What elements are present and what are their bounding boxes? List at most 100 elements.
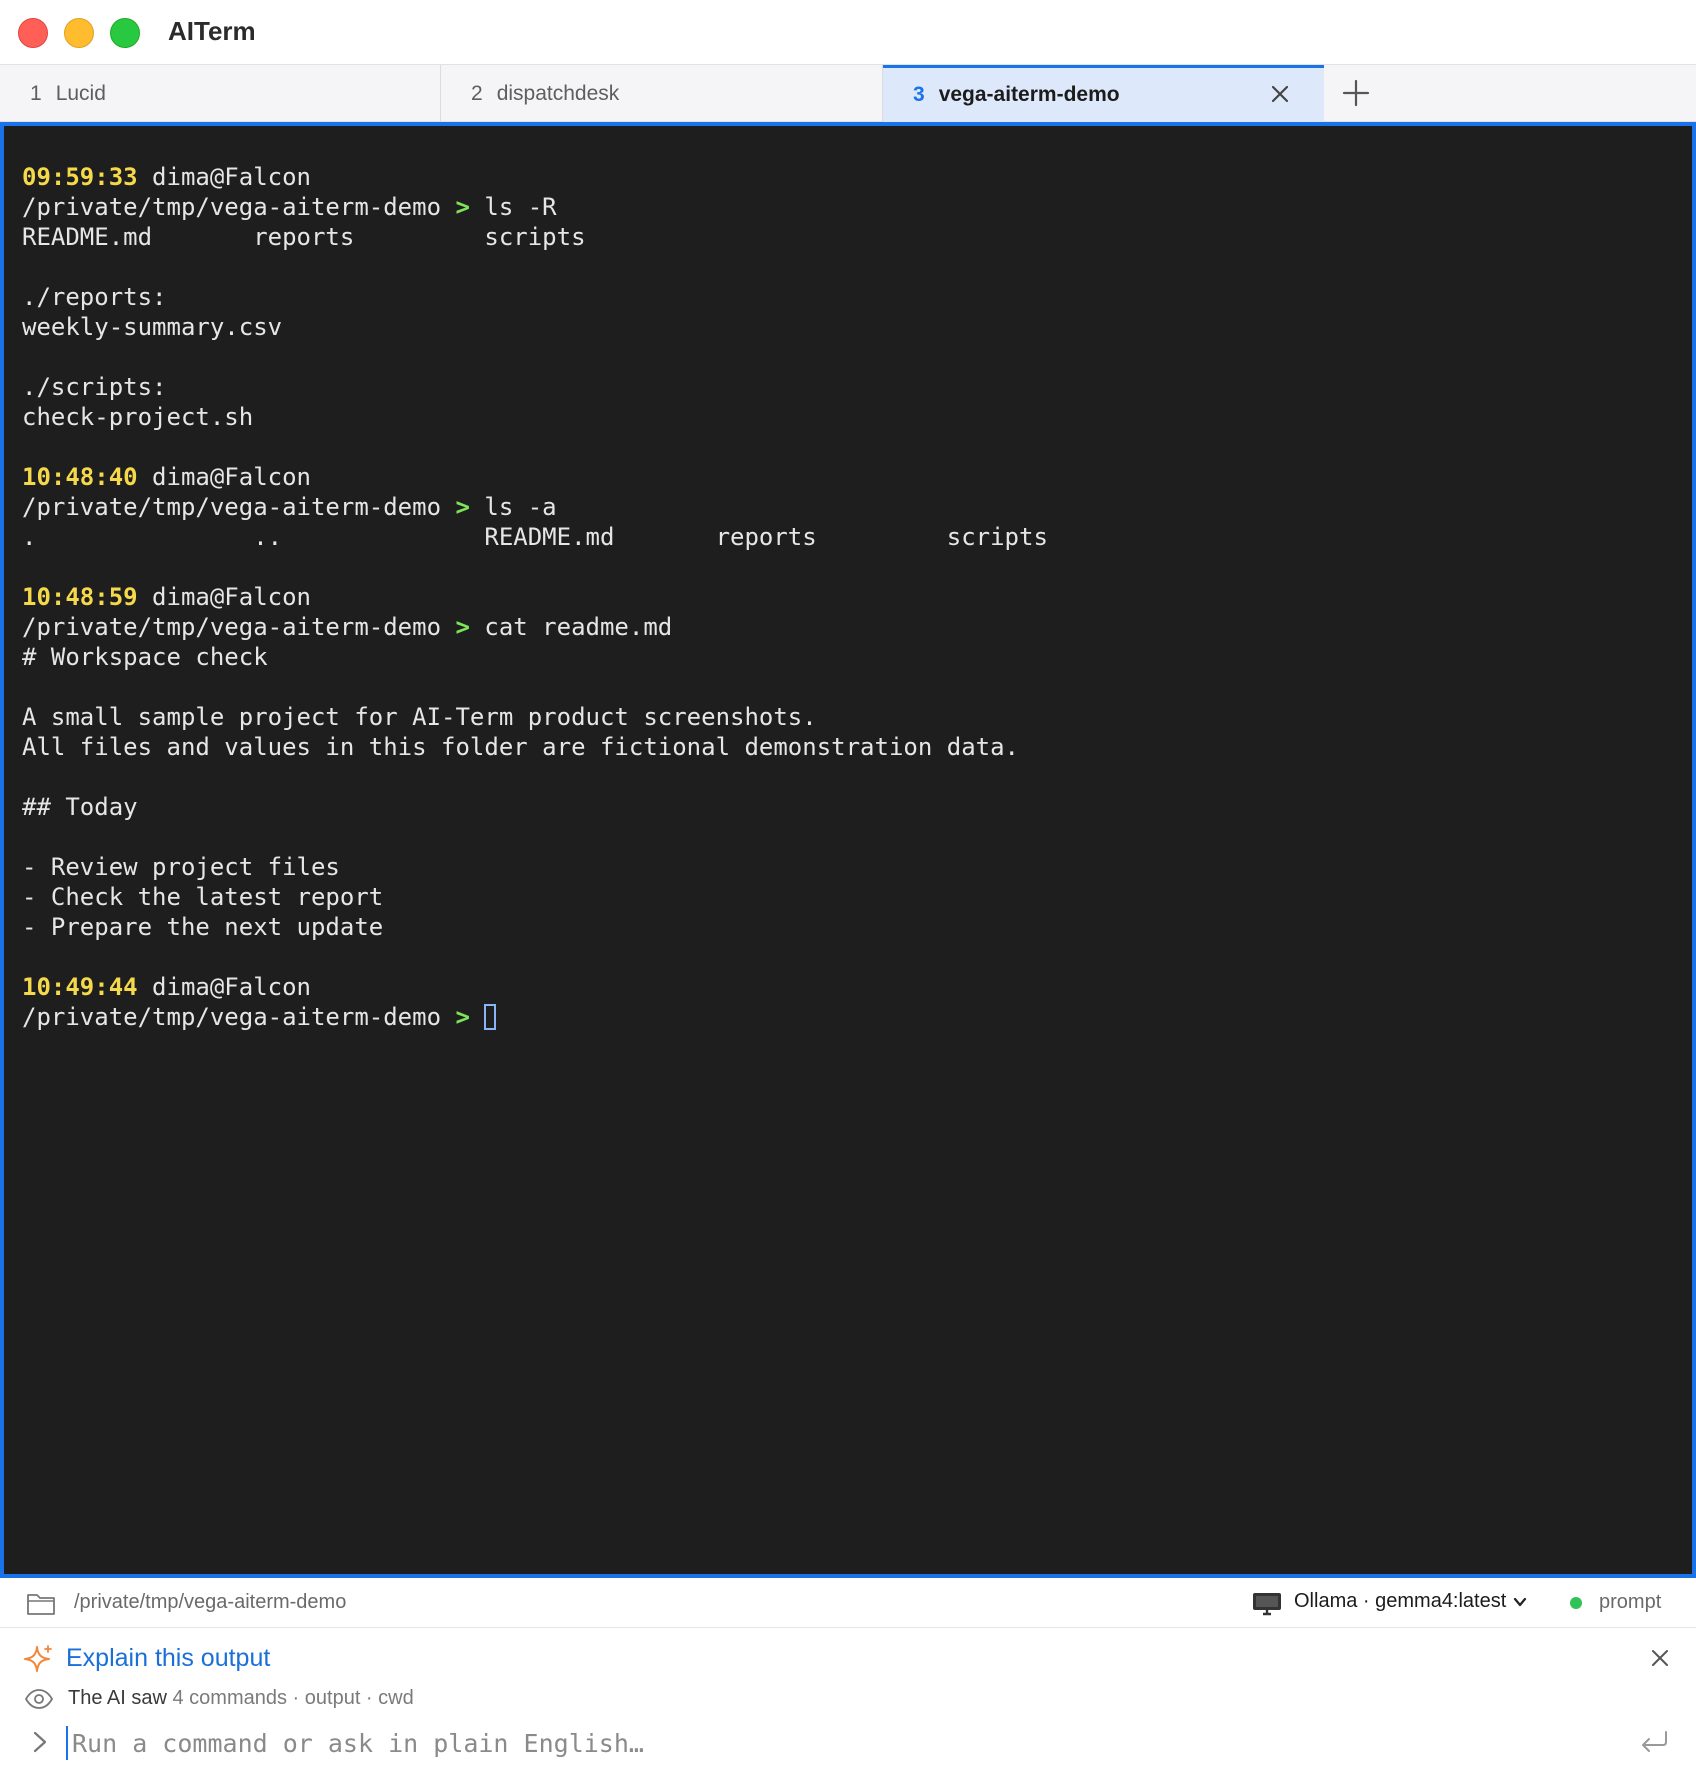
terminal-text: check-project.sh — [22, 403, 254, 431]
ai-context-details: 4 commands · output · cwd — [172, 1687, 414, 1709]
cwd-path: /private/tmp/vega-aiterm-demo — [74, 1591, 347, 1613]
new-tab-icon[interactable] — [1338, 75, 1374, 111]
terminal-text: weekly-summary.csv — [22, 313, 283, 341]
prompt-timestamp: 10:48:59 — [22, 583, 138, 611]
monitor-icon — [1253, 1593, 1281, 1616]
terminal-line: /private/tmp/vega-aiterm-demo > cat read… — [22, 612, 1048, 642]
terminal-text: # Workspace check — [22, 643, 268, 671]
terminal-text: All files and values in this folder are … — [22, 733, 1019, 761]
explain-output-button[interactable]: Explain this output — [66, 1644, 270, 1673]
tab-vega-aiterm-demo[interactable]: 3 vega-aiterm-demo — [883, 65, 1324, 122]
eye-icon — [24, 1689, 54, 1709]
terminal-text: /private/tmp/vega-aiterm-demo — [22, 493, 456, 521]
command-text: cat readme.md — [469, 613, 673, 641]
chevron-down-icon — [1514, 1597, 1527, 1606]
terminal-cursor — [484, 1004, 497, 1030]
terminal-line: 10:48:40 dima@Falcon — [22, 462, 1048, 492]
command-text: ls -R — [469, 193, 557, 221]
return-key-icon[interactable] — [1638, 1728, 1670, 1756]
terminal-text: - Review project files — [22, 853, 340, 881]
sparkle-icon — [24, 1645, 52, 1672]
terminal-line: ./reports: — [22, 282, 1048, 312]
window-close-button[interactable] — [18, 18, 48, 48]
window-minimize-button[interactable] — [64, 18, 94, 48]
app-title: AITerm — [168, 16, 256, 46]
prompt-timestamp: 10:48:40 — [22, 463, 138, 491]
terminal-line: . .. README.md reports scripts — [22, 522, 1048, 552]
tab-label: Lucid — [55, 81, 106, 105]
tab-label: vega-aiterm-demo — [938, 83, 1120, 106]
folder-icon — [27, 1594, 55, 1615]
terminal-text: ## Today — [22, 793, 138, 821]
terminal-line: 09:59:33 dima@Falcon — [22, 162, 1048, 192]
terminal-text: A small sample project for AI-Term produ… — [22, 703, 817, 731]
terminal-line: All files and values in this folder are … — [22, 732, 1048, 762]
model-selector[interactable]: Ollama · gemma4:latest — [1294, 1590, 1528, 1613]
ai-context-summary: The AI saw 4 commands · output · cwd — [68, 1687, 414, 1710]
command-text: ls -a — [469, 493, 557, 521]
tab-number: 2 — [471, 81, 483, 105]
tab-number: 1 — [30, 81, 42, 105]
terminal-text: . .. README.md reports scripts — [22, 523, 1048, 551]
prompt-arrow: > — [455, 1003, 470, 1031]
prompt-timestamp: 10:49:44 — [22, 973, 138, 1001]
app-window: AITerm 1 Lucid 2 dispatchdesk 3 vega-ait… — [0, 0, 1696, 1776]
terminal-line: - Check the latest report — [22, 882, 1048, 912]
terminal-text: - Check the latest report — [22, 883, 384, 911]
window-maximize-button[interactable] — [110, 18, 140, 48]
prompt-arrow: > — [455, 613, 470, 641]
terminal-text: README.md reports scripts — [22, 223, 586, 251]
terminal-text: dima@Falcon — [137, 973, 311, 1001]
terminal-text: dima@Falcon — [137, 163, 311, 191]
terminal-text: /private/tmp/vega-aiterm-demo — [22, 193, 456, 221]
command-input[interactable] — [66, 1726, 1572, 1760]
terminal-text: - Prepare the next update — [22, 913, 384, 941]
model-label: Ollama · gemma4:latest — [1294, 1590, 1507, 1612]
terminal-line: - Review project files — [22, 852, 1048, 882]
close-icon[interactable] — [1648, 1646, 1672, 1670]
terminal-text: dima@Falcon — [137, 463, 311, 491]
status-bar: /private/tmp/vega-aiterm-demo Ollama · g… — [0, 1578, 1696, 1628]
terminal-line: README.md reports scripts — [22, 222, 1048, 252]
terminal-line: weekly-summary.csv — [22, 312, 1048, 342]
terminal-line: /private/tmp/vega-aiterm-demo > — [22, 1002, 1048, 1032]
mode-label[interactable]: prompt — [1599, 1591, 1661, 1614]
ai-panel: Explain this output The AI saw 4 command… — [0, 1628, 1696, 1776]
tab-dispatchdesk[interactable]: 2 dispatchdesk — [441, 65, 883, 122]
prompt-arrow: > — [455, 193, 470, 221]
terminal-line: # Workspace check — [22, 642, 1048, 672]
terminal-line: ./scripts: — [22, 372, 1048, 402]
terminal-line: A small sample project for AI-Term produ… — [22, 702, 1048, 732]
terminal-line: /private/tmp/vega-aiterm-demo > ls -R — [22, 192, 1048, 222]
tab-lucid[interactable]: 1 Lucid — [0, 65, 441, 122]
ai-context-prefix: The AI saw — [68, 1687, 167, 1709]
terminal-line: /private/tmp/vega-aiterm-demo > ls -a — [22, 492, 1048, 522]
terminal-output: 09:59:33 dima@Falcon/private/tmp/vega-ai… — [22, 162, 1048, 1032]
terminal-line: ## Today — [22, 792, 1048, 822]
tab-bar: 1 Lucid 2 dispatchdesk 3 vega-aiterm-dem… — [0, 64, 1696, 122]
command-text — [470, 1003, 484, 1031]
terminal-line: check-project.sh — [22, 402, 1048, 432]
terminal-text: /private/tmp/vega-aiterm-demo — [22, 1003, 456, 1031]
tab-number: 3 — [913, 83, 925, 106]
prompt-arrow: > — [455, 493, 470, 521]
tab-label: dispatchdesk — [496, 81, 620, 105]
terminal-line: 10:49:44 dima@Falcon — [22, 972, 1048, 1002]
prompt-timestamp: 09:59:33 — [22, 163, 138, 191]
terminal-text: /private/tmp/vega-aiterm-demo — [22, 613, 456, 641]
terminal-line: - Prepare the next update — [22, 912, 1048, 942]
terminal-view[interactable]: 09:59:33 dima@Falcon/private/tmp/vega-ai… — [0, 122, 1696, 1578]
title-bar: AITerm — [0, 0, 1696, 64]
chevron-right-icon — [33, 1731, 47, 1753]
close-tab-icon[interactable] — [1266, 80, 1294, 108]
terminal-text: dima@Falcon — [137, 583, 311, 611]
terminal-text: ./reports: — [22, 283, 167, 311]
status-indicator-dot — [1570, 1597, 1582, 1609]
